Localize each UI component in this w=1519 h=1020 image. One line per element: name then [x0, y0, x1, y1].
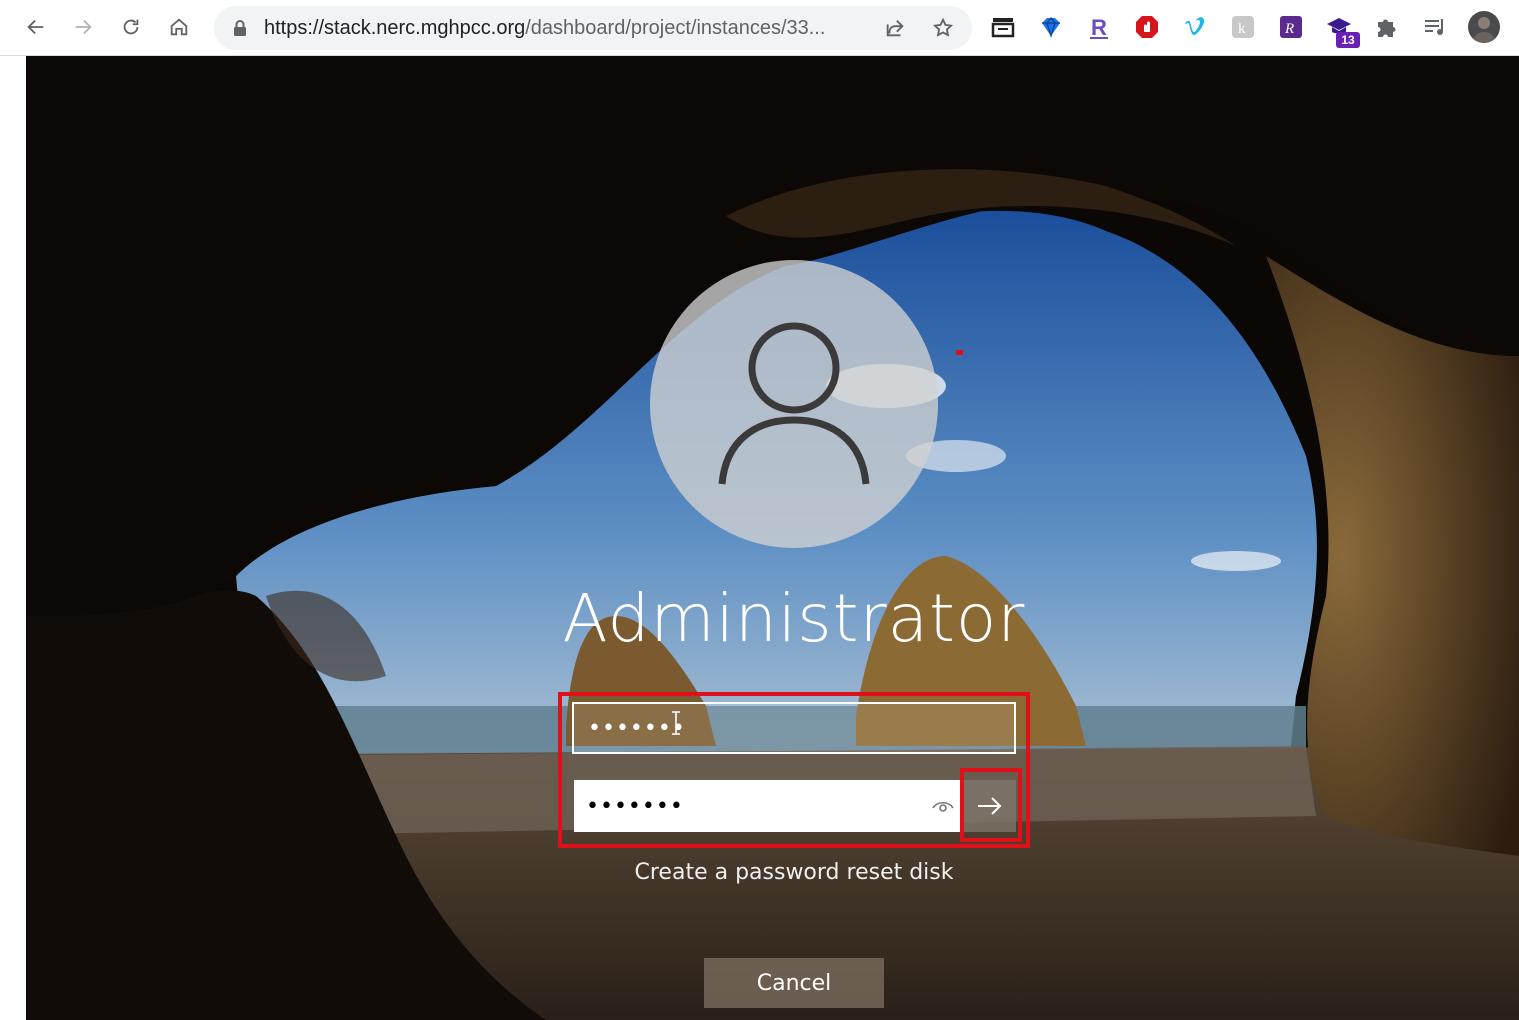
- new-password-field[interactable]: •••••••: [572, 702, 1016, 754]
- lock-icon[interactable]: [232, 19, 248, 37]
- remote-console-screen[interactable]: Administrator ••••••• ••••••• Create a p…: [26, 56, 1519, 1020]
- r-extension-icon[interactable]: R: [1086, 13, 1112, 41]
- gem-icon[interactable]: [1038, 13, 1064, 41]
- user-avatar: [650, 260, 938, 548]
- profile-avatar-icon[interactable]: [1468, 11, 1500, 43]
- k-extension-icon[interactable]: k: [1230, 13, 1256, 41]
- svg-text:k: k: [1238, 21, 1246, 37]
- share-icon[interactable]: [884, 17, 906, 39]
- back-icon[interactable]: [19, 10, 53, 44]
- forward-icon[interactable]: [66, 10, 100, 44]
- svg-text:R: R: [1284, 21, 1294, 37]
- reload-icon[interactable]: [114, 10, 148, 44]
- text-cursor-icon: [672, 711, 680, 735]
- address-bar[interactable]: https://stack.nerc.mghpcc.org/dashboard/…: [214, 6, 972, 50]
- arrow-right-icon: [978, 797, 1002, 815]
- adblock-icon[interactable]: [1134, 13, 1160, 41]
- save-icon[interactable]: [990, 13, 1016, 41]
- svg-text:R: R: [1091, 15, 1107, 40]
- cancel-button[interactable]: Cancel: [704, 958, 884, 1008]
- annotation-dot: [956, 350, 963, 355]
- home-icon[interactable]: [162, 10, 196, 44]
- vimeo-icon[interactable]: [1182, 13, 1208, 41]
- submit-arrow-button[interactable]: [964, 780, 1016, 832]
- puzzle-icon[interactable]: [1374, 13, 1400, 41]
- page-left-margin: [0, 56, 27, 1020]
- bookmark-star-icon[interactable]: [932, 17, 954, 39]
- user-icon: [718, 322, 870, 485]
- password-reset-link[interactable]: Create a password reset disk: [26, 860, 1519, 885]
- account-name: Administrator: [562, 580, 1026, 657]
- browser-toolbar: https://stack.nerc.mghpcc.org/dashboard/…: [0, 0, 1519, 56]
- rx-extension-icon[interactable]: R: [1278, 13, 1304, 41]
- confirm-password-field[interactable]: •••••••: [574, 780, 960, 832]
- media-queue-icon[interactable]: [1422, 13, 1448, 41]
- url-path: /dashboard/project/instances/33...: [525, 17, 826, 39]
- url-host: https://stack.nerc.mghpcc.org: [264, 17, 526, 39]
- extension-badge: 13: [1336, 32, 1360, 48]
- reveal-password-icon[interactable]: [932, 798, 954, 814]
- url-text[interactable]: https://stack.nerc.mghpcc.org/dashboard/…: [264, 17, 884, 39]
